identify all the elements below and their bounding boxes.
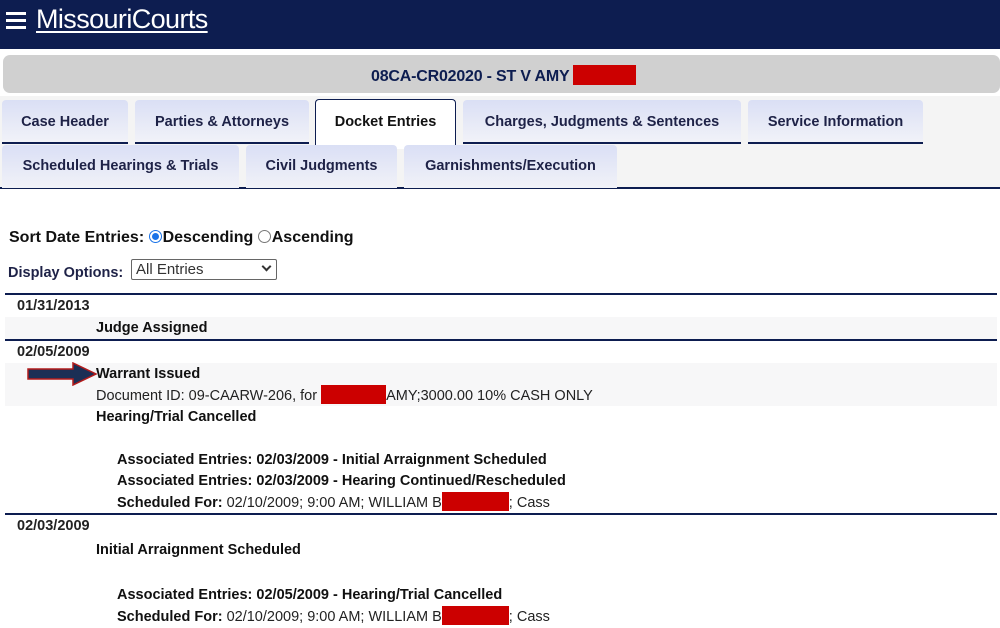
redacted-name-block	[441, 606, 509, 625]
hamburger-menu-icon[interactable]	[6, 12, 26, 29]
case-tabs: Case Header Parties & Attorneys Docket E…	[0, 96, 1000, 189]
tab-civil-judgments[interactable]: Civil Judgments	[246, 145, 397, 188]
docket-date: 01/31/2013	[17, 298, 90, 314]
entry-title: Warrant Issued	[96, 366, 201, 382]
chevron-down-icon	[261, 261, 272, 272]
tab-service-information[interactable]: Service Information	[748, 100, 923, 144]
scheduled-for: Scheduled For: 02/10/2009; 9:00 AM; WILL…	[5, 492, 997, 513]
entry-title: Hearing/Trial Cancelled	[96, 409, 257, 425]
docket-entry: Warrant Issued Document ID: 09-CAARW-206…	[5, 363, 997, 406]
sort-label: Sort Date Entries:	[9, 229, 145, 246]
radio-ascending[interactable]	[257, 230, 271, 243]
arrow-pointer-icon	[27, 362, 97, 386]
associated-entry: Associated Entries: 02/03/2009 - Hearing…	[117, 473, 566, 489]
scheduled-text: ; Cass	[508, 495, 550, 511]
sort-date-entries: Sort Date Entries: Descending Ascending	[9, 229, 354, 247]
scheduled-for: Scheduled For: 02/10/2009; 9:00 AM; WILL…	[5, 606, 997, 627]
scheduled-text: 02/10/2009; 9:00 AM; WILLIAM B	[226, 495, 442, 511]
case-title-bar: 08CA-CR02020 - ST V AMY	[3, 55, 1000, 93]
scheduled-label: Scheduled For:	[117, 495, 223, 511]
radio-descending-label[interactable]: Descending	[163, 229, 254, 246]
entry-description-text: AMY;3000.00 10% CASH ONLY	[386, 388, 593, 404]
docket-entry: Judge Assigned	[5, 317, 997, 339]
display-options-select[interactable]: All Entries	[131, 259, 277, 280]
redacted-name-block	[321, 385, 387, 404]
tab-parties-attorneys[interactable]: Parties & Attorneys	[135, 100, 309, 144]
associated-entry: Associated Entries: 02/05/2009 - Hearing…	[117, 587, 503, 603]
top-navigation-bar: MissouriCourts	[0, 0, 1000, 49]
docket-date: 02/03/2009	[17, 518, 90, 534]
radio-descending[interactable]	[148, 230, 162, 243]
tab-garnishments-execution[interactable]: Garnishments/Execution	[404, 145, 617, 188]
redacted-name-block	[573, 65, 637, 85]
docket-entries-list: 01/31/2013 Judge Assigned 02/05/2009 War…	[5, 293, 997, 627]
scheduled-label: Scheduled For:	[117, 609, 223, 625]
associated-entry: Associated Entries: 02/03/2009 - Initial…	[117, 452, 547, 468]
entry-title: Judge Assigned	[96, 320, 208, 336]
scheduled-text: 02/10/2009; 9:00 AM; WILLIAM B	[226, 609, 442, 625]
tab-scheduled-hearings-trials[interactable]: Scheduled Hearings & Trials	[2, 145, 239, 188]
radio-ascending-label[interactable]: Ascending	[272, 229, 354, 246]
redacted-name-block	[441, 492, 509, 511]
display-options-value: All Entries	[136, 261, 204, 278]
case-title-text: 08CA-CR02020 - ST V AMY	[371, 68, 570, 85]
entry-description-text: Document ID: 09-CAARW-206, for	[96, 388, 318, 404]
entry-title: Initial Arraignment Scheduled	[96, 542, 301, 558]
brand-home-link[interactable]: MissouriCourts	[36, 4, 208, 35]
tab-docket-entries[interactable]: Docket Entries	[315, 99, 456, 149]
tab-case-header[interactable]: Case Header	[2, 100, 128, 144]
tab-charges-judgments-sentences[interactable]: Charges, Judgments & Sentences	[463, 100, 741, 144]
docket-date: 02/05/2009	[17, 344, 90, 360]
case-title: 08CA-CR02020 - ST V AMY	[371, 65, 637, 86]
scheduled-text: ; Cass	[508, 609, 550, 625]
display-options-label: Display Options:	[8, 265, 124, 281]
entry-description: Document ID: 09-CAARW-206, for AMY;3000.…	[5, 385, 997, 406]
